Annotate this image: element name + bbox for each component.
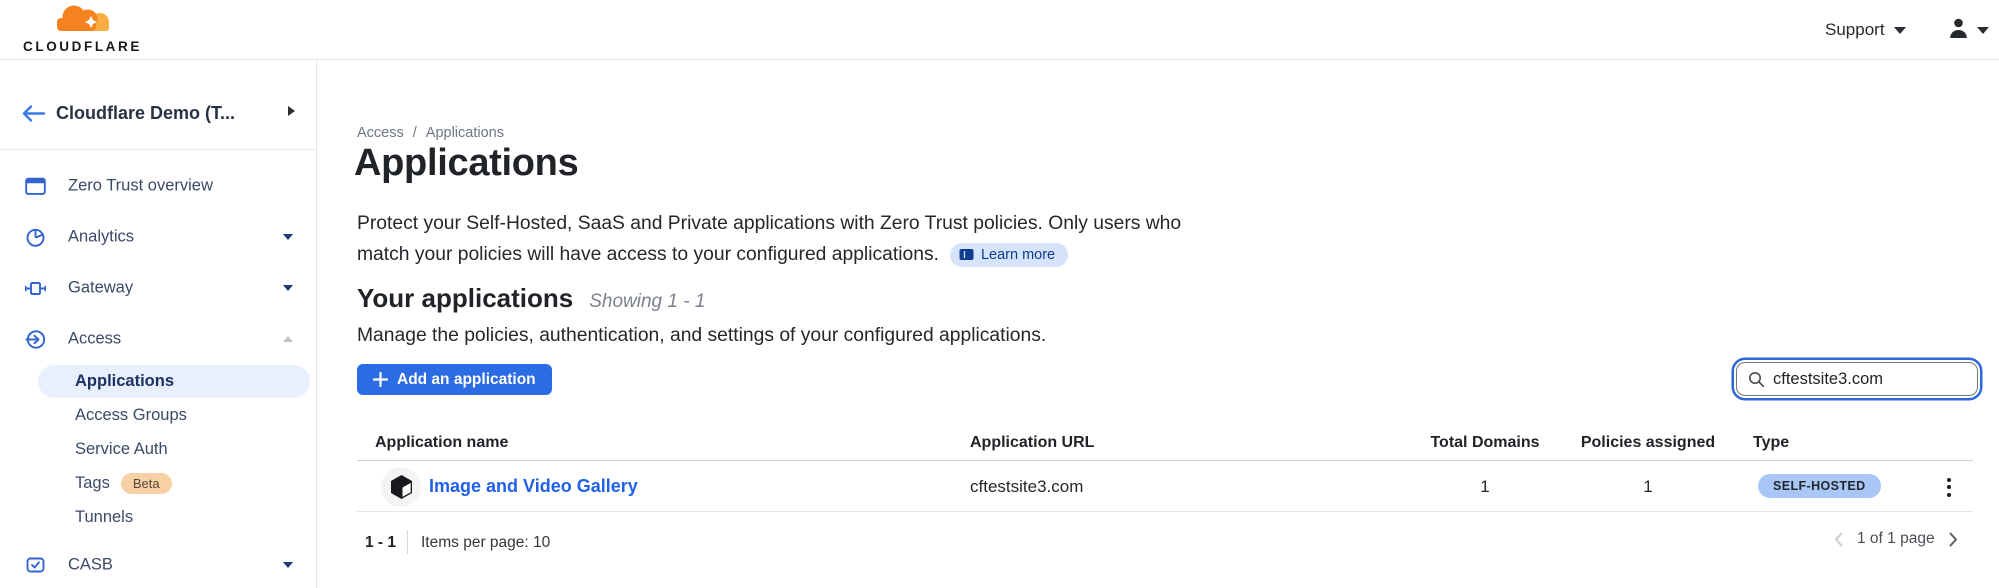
description-line1: Protect your Self-Hosted, SaaS and Priva…	[357, 208, 1181, 239]
breadcrumb-current: Applications	[426, 125, 504, 141]
page-title: Applications	[354, 142, 578, 185]
row-actions-kebab-icon[interactable]	[1941, 475, 1957, 499]
column-header-type: Type	[1753, 434, 1789, 452]
footer-divider	[407, 530, 408, 554]
cloudflare-wordmark: CLOUDFLARE	[23, 39, 142, 54]
breadcrumb: Access / Applications	[357, 125, 504, 141]
breadcrumb-access[interactable]: Access	[357, 125, 404, 141]
page-description: Protect your Self-Hosted, SaaS and Priva…	[357, 208, 1181, 270]
sidebar-item-access-groups[interactable]: Access Groups	[0, 398, 317, 432]
sidebar-item-casb[interactable]: CASB	[0, 548, 317, 582]
application-cube-icon	[381, 467, 421, 507]
sidebar-item-label: Tags	[75, 474, 110, 493]
pagination-range: 1 - 1	[365, 534, 396, 552]
sidebar-item-analytics[interactable]: Analytics	[0, 220, 317, 254]
chevron-down-icon	[283, 562, 293, 568]
user-menu[interactable]	[1948, 0, 1989, 60]
pagination: 1 of 1 page	[1833, 530, 1959, 548]
cloudflare-cloud-icon	[50, 3, 116, 40]
support-menu[interactable]: Support	[1825, 0, 1906, 60]
description-line2: match your policies will have access to …	[357, 239, 939, 270]
plus-icon	[373, 372, 388, 387]
type-badge: SELF-HOSTED	[1758, 474, 1881, 498]
top-bar: CLOUDFLARE Support	[0, 0, 1999, 60]
sidebar-item-tags[interactable]: Tags Beta	[0, 466, 317, 500]
expand-account-icon[interactable]	[288, 106, 295, 116]
chevron-down-icon	[1977, 27, 1989, 34]
sidebar-item-gateway[interactable]: Gateway	[0, 271, 317, 305]
user-icon	[1948, 18, 1969, 43]
chevron-down-icon	[283, 234, 293, 240]
overview-icon	[25, 176, 46, 197]
table-header-row: Application name Application URL Total D…	[357, 430, 1973, 461]
chevron-down-icon	[283, 285, 293, 291]
column-header-application-url: Application URL	[970, 434, 1094, 452]
account-name[interactable]: Cloudflare Demo (T...	[56, 103, 235, 124]
sidebar-item-access[interactable]: Access	[0, 322, 317, 356]
sidebar-item-label: Access	[68, 330, 121, 349]
search-icon	[1748, 371, 1765, 388]
cloudflare-logo[interactable]: CLOUDFLARE	[17, 3, 148, 54]
support-label: Support	[1825, 20, 1885, 40]
sidebar-item-applications[interactable]: Applications	[38, 365, 310, 398]
table-row: Image and Video Gallery cftestsite3.com …	[357, 461, 1973, 512]
add-application-label: Add an application	[397, 371, 536, 389]
sidebar-item-service-auth[interactable]: Service Auth	[0, 432, 317, 466]
sidebar-item-tunnels[interactable]: Tunnels	[0, 500, 317, 534]
chevron-up-icon	[283, 336, 293, 342]
column-header-total-domains: Total Domains	[1420, 434, 1550, 452]
sidebar-item-label: Access Groups	[75, 406, 187, 425]
application-name-link[interactable]: Image and Video Gallery	[429, 476, 638, 497]
section-title: Your applications	[357, 283, 573, 314]
total-domains-cell: 1	[1420, 477, 1550, 497]
page-indicator: 1 of 1 page	[1857, 530, 1935, 548]
sidebar-item-label: Tunnels	[75, 508, 133, 527]
gateway-icon	[25, 278, 46, 299]
sidebar-item-label: Applications	[75, 372, 174, 391]
sidebar-item-label: Gateway	[68, 279, 133, 298]
back-arrow-icon[interactable]	[20, 103, 47, 129]
search-box	[1736, 362, 1978, 396]
sidebar-account-header: Cloudflare Demo (T...	[0, 60, 316, 150]
sidebar-item-label: Service Auth	[75, 440, 168, 459]
applications-table: Application name Application URL Total D…	[357, 430, 1973, 512]
sidebar: Cloudflare Demo (T... Zero Trust overvie…	[0, 60, 317, 588]
section-subtext: Manage the policies, authentication, and…	[357, 325, 1046, 347]
sidebar-item-label: Analytics	[68, 228, 134, 247]
search-input[interactable]	[1773, 370, 1966, 389]
learn-more-link[interactable]: Learn more	[950, 243, 1068, 267]
breadcrumb-separator: /	[413, 125, 417, 141]
chevron-down-icon	[1894, 27, 1906, 34]
policies-assigned-cell: 1	[1578, 477, 1718, 497]
book-icon	[959, 248, 974, 261]
column-header-policies-assigned: Policies assigned	[1578, 434, 1718, 452]
previous-page-icon[interactable]	[1833, 531, 1844, 548]
access-icon	[25, 329, 46, 350]
sidebar-item-label: Zero Trust overview	[68, 177, 213, 196]
beta-badge: Beta	[121, 473, 172, 494]
sidebar-item-zero-trust-overview[interactable]: Zero Trust overview	[0, 169, 317, 203]
sidebar-item-label: CASB	[68, 556, 113, 575]
application-url-cell: cftestsite3.com	[970, 477, 1083, 497]
learn-more-label: Learn more	[981, 246, 1055, 264]
casb-icon	[25, 555, 46, 576]
add-application-button[interactable]: Add an application	[357, 364, 552, 395]
next-page-icon[interactable]	[1948, 531, 1959, 548]
showing-count: Showing 1 - 1	[589, 291, 705, 313]
items-per-page: Items per page: 10	[421, 534, 550, 552]
analytics-icon	[25, 227, 46, 248]
column-header-application-name: Application name	[375, 434, 508, 452]
